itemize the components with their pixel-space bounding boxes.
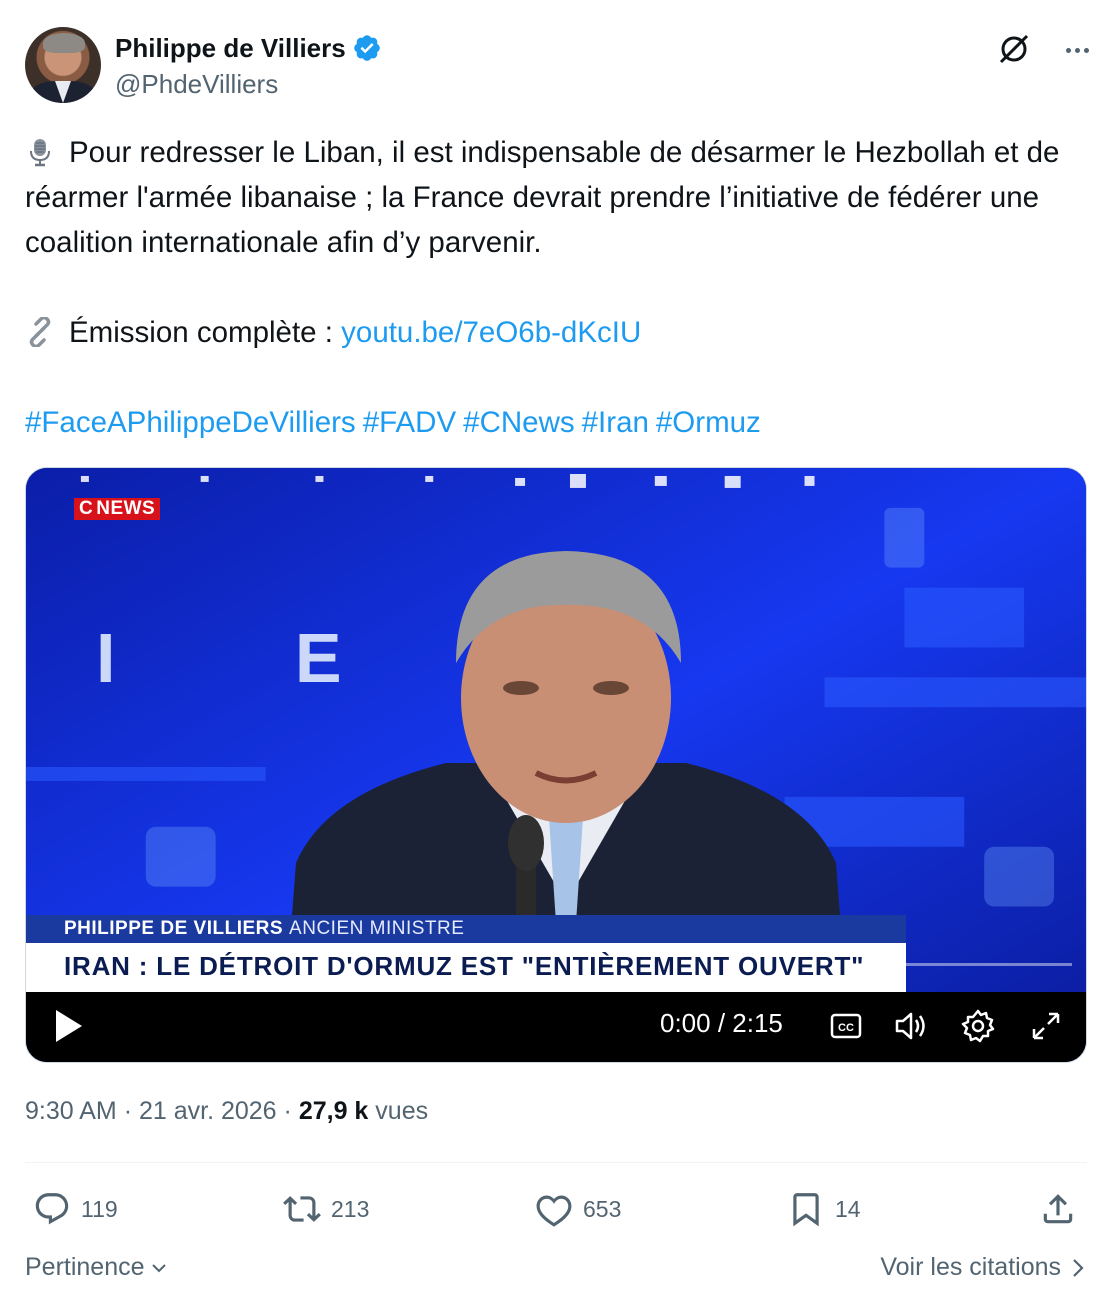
quotes-label: Voir les citations bbox=[880, 1253, 1061, 1281]
tweet-body-text: Pour redresser le Liban, il est indispen… bbox=[25, 136, 1060, 259]
author-name[interactable]: Philippe de Villiers bbox=[115, 33, 346, 64]
author-handle[interactable]: @PhdeVilliers bbox=[115, 69, 278, 100]
reply-button[interactable]: 119 bbox=[33, 1186, 118, 1232]
views-label: vues bbox=[375, 1097, 429, 1125]
tweet-date[interactable]: 21 avr. 2026 bbox=[139, 1097, 277, 1125]
tweet-paragraph-link: Émission complète : youtu.be/7eO6b-dKcIU bbox=[25, 310, 1093, 355]
hashtag-link[interactable]: #FaceAPhilippeDeVilliers bbox=[25, 406, 356, 439]
video-time: 0:00 / 2:15 bbox=[660, 1008, 783, 1038]
meta-separator: · bbox=[283, 1097, 292, 1125]
link-icon bbox=[29, 317, 51, 347]
sort-dropdown[interactable]: Pertinence bbox=[25, 1253, 169, 1282]
progress-track[interactable] bbox=[906, 963, 1072, 966]
video-headline: IRAN : LE DÉTROIT D'ORMUZ EST "ENTIÈREME… bbox=[64, 951, 865, 981]
svg-text:CC: CC bbox=[838, 1022, 854, 1034]
reply-count: 119 bbox=[81, 1195, 118, 1222]
hashtag-link[interactable]: #CNews bbox=[463, 406, 574, 439]
chevron-right-icon bbox=[1073, 1258, 1084, 1277]
heart-icon bbox=[536, 1195, 572, 1227]
tweet-meta: 9:30 AM · 21 avr. 2026 · 27,9 k vues bbox=[25, 1097, 428, 1126]
avatar-hair bbox=[43, 33, 85, 53]
views-count: 27,9 k bbox=[298, 1097, 369, 1125]
bookmark-button[interactable]: 14 bbox=[787, 1186, 861, 1232]
hashtag-link[interactable]: #Iran bbox=[582, 406, 649, 439]
link-prefix: Émission complète : bbox=[69, 316, 342, 349]
bookmark-count: 14 bbox=[835, 1195, 861, 1222]
video-player[interactable]: C NEWS I E R PHILIPPE DE VILLIERS ANCIEN M… bbox=[25, 467, 1087, 1063]
hashtag-link[interactable]: #FADV bbox=[363, 406, 456, 439]
guest-name: PHILIPPE DE VILLIERS bbox=[64, 918, 284, 939]
share-button[interactable] bbox=[1039, 1186, 1077, 1232]
grok-icon[interactable] bbox=[996, 31, 1032, 67]
tweet-paragraph-main: Pour redresser le Liban, il est indispen… bbox=[25, 130, 1093, 265]
reply-icon bbox=[35, 1193, 69, 1225]
meta-separator: · bbox=[123, 1097, 133, 1125]
bookmark-icon bbox=[793, 1193, 819, 1227]
repost-count: 213 bbox=[331, 1195, 370, 1222]
captions-icon[interactable]: CC bbox=[828, 1008, 864, 1044]
hashtags-line: #FaceAPhilippeDeVilliers #FADV #CNews #Iran… bbox=[25, 400, 1093, 445]
author-name-row: Philippe de Villiers bbox=[115, 31, 382, 65]
repost-icon bbox=[283, 1196, 321, 1222]
settings-icon[interactable] bbox=[960, 1008, 996, 1044]
microphone-icon bbox=[30, 139, 50, 167]
guest-role: ANCIEN MINISTRE bbox=[289, 918, 465, 939]
fullscreen-icon[interactable] bbox=[1028, 1008, 1064, 1044]
avatar[interactable] bbox=[25, 27, 101, 103]
cnews-c: C bbox=[79, 498, 94, 519]
verified-badge-icon bbox=[353, 35, 380, 61]
repost-button[interactable]: 213 bbox=[283, 1186, 369, 1232]
like-button[interactable]: 653 bbox=[535, 1186, 621, 1232]
cnews-logo-text: NEWS bbox=[96, 498, 156, 519]
view-quotes-link[interactable]: Voir les citations bbox=[880, 1253, 1087, 1282]
share-icon bbox=[1043, 1194, 1073, 1224]
divider bbox=[25, 1162, 1087, 1163]
more-dot bbox=[1065, 47, 1071, 53]
volume-icon[interactable] bbox=[892, 1008, 928, 1044]
cnews-logo: C NEWS bbox=[74, 498, 161, 520]
chevron-down-icon bbox=[151, 1263, 166, 1272]
tweet-text: Pour redresser le Liban, il est indispen… bbox=[25, 130, 1093, 445]
play-icon[interactable] bbox=[52, 1008, 84, 1044]
tweet-header: Philippe de Villiers @PhdeVilliers bbox=[25, 27, 1094, 103]
youtube-link[interactable]: youtu.be/7eO6b-dKcIU bbox=[341, 316, 641, 349]
more-options-icon[interactable] bbox=[1060, 33, 1094, 67]
hashtag-link[interactable]: #Ormuz bbox=[656, 406, 761, 439]
like-count: 653 bbox=[583, 1195, 622, 1222]
video-controls: 0:00 / 2:15 CC bbox=[26, 992, 1086, 1062]
tweet-time[interactable]: 9:30 AM bbox=[25, 1097, 117, 1125]
sort-label: Pertinence bbox=[25, 1253, 145, 1281]
more-dot bbox=[1074, 47, 1080, 53]
lower-third-name: PHILIPPE DE VILLIERS ANCIEN MINISTRE bbox=[64, 918, 464, 940]
action-bar: 119 213 653 14 bbox=[25, 1186, 1087, 1232]
more-dot bbox=[1083, 47, 1089, 53]
